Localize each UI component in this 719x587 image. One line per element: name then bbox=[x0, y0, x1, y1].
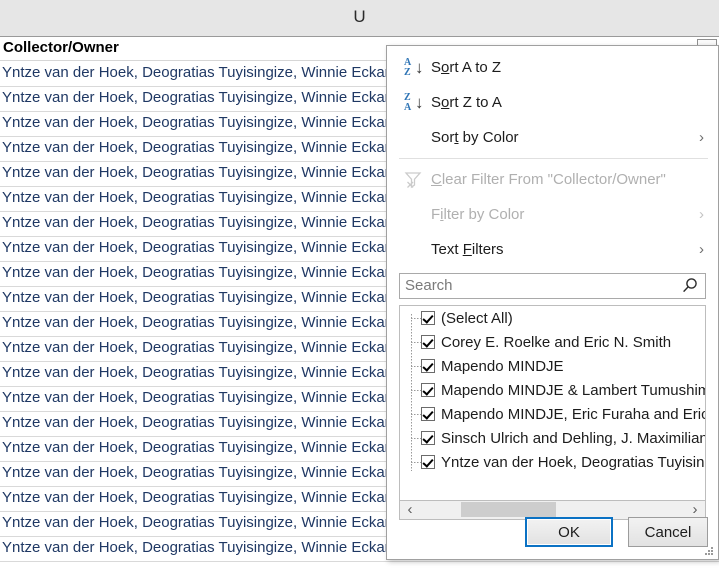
menu-item-label: Sort A to Z bbox=[431, 59, 502, 76]
filter-list-item[interactable]: (Select All) bbox=[400, 306, 705, 330]
filter-list-item[interactable]: Yntze van der Hoek, Deogratias Tuyisingi… bbox=[400, 450, 705, 474]
filter-list-item[interactable]: Mapendo MINDJE bbox=[400, 354, 705, 378]
filter-item-label: Sinsch Ulrich and Dehling, J. Maximilian bbox=[441, 429, 705, 447]
filter-item-label: Mapendo MINDJE & Lambert Tumushimire bbox=[441, 381, 705, 399]
filter-values-list[interactable]: (Select All) Corey E. Roelke and Eric N. … bbox=[399, 305, 706, 501]
filter-list-item[interactable]: Mapendo MINDJE & Lambert Tumushimire bbox=[400, 378, 705, 402]
menu-item-option-4: Filter by Color › bbox=[387, 197, 718, 232]
submenu-chevron-right-icon: › bbox=[699, 128, 704, 146]
filter-item-label: (Select All) bbox=[441, 309, 513, 327]
filter-item-checkbox[interactable] bbox=[421, 407, 435, 421]
menu-item-sort-a-to-z[interactable]: A Z ↓ Sort A to Z bbox=[387, 50, 718, 85]
filter-item-checkbox[interactable] bbox=[421, 383, 435, 397]
menu-separator bbox=[399, 158, 708, 159]
filter-item-label: Corey E. Roelke and Eric N. Smith bbox=[441, 333, 672, 351]
menu-item-clear-filter: Clear Filter From "Collector/Owner" bbox=[387, 162, 718, 197]
search-field[interactable]: Search bbox=[399, 273, 706, 299]
filter-item-label: Yntze van der Hoek, Deogratias Tuyisingi… bbox=[441, 453, 705, 471]
filter-menu-list: A Z ↓ Sort A to Z Z A ↓ Sort Z to A Sort by Colo… bbox=[387, 46, 718, 267]
filter-list-item[interactable]: Corey E. Roelke and Eric N. Smith bbox=[400, 330, 705, 354]
clear-filter-icon bbox=[397, 170, 431, 190]
search-input[interactable]: Search bbox=[405, 277, 453, 294]
page-title: Collector/Owner bbox=[3, 39, 119, 56]
scroll-left-arrow-icon[interactable]: ‹ bbox=[401, 501, 419, 518]
filter-item-checkbox[interactable] bbox=[421, 311, 435, 325]
sort-a-to-z-icon: A Z ↓ bbox=[404, 56, 424, 78]
filter-item-checkbox[interactable] bbox=[421, 359, 435, 373]
submenu-chevron-right-icon: › bbox=[699, 205, 704, 223]
filter-item-label: Mapendo MINDJE, Eric Furaha and Eric Gas… bbox=[441, 405, 705, 423]
autofilter-dropdown-panel[interactable]: A Z ↓ Sort A to Z Z A ↓ Sort Z to A Sort by Colo… bbox=[386, 45, 719, 560]
tree-connector bbox=[411, 414, 421, 415]
search-icon[interactable] bbox=[680, 276, 700, 296]
tree-connector bbox=[411, 462, 421, 463]
tree-connector bbox=[411, 318, 421, 319]
menu-item-label: Sort Z to A bbox=[431, 94, 502, 111]
menu-item-label: Text Filters bbox=[431, 241, 504, 258]
sort-z-to-a-icon: Z A ↓ bbox=[404, 91, 424, 113]
scrollbar-thumb[interactable] bbox=[461, 502, 556, 517]
menu-item-label: Filter by Color bbox=[431, 206, 525, 223]
filter-item-label: Mapendo MINDJE bbox=[441, 357, 564, 375]
menu-item-label: Sort by Color bbox=[431, 129, 519, 146]
cancel-button[interactable]: Cancel bbox=[628, 517, 708, 547]
dialog-button-row: OK Cancel bbox=[387, 517, 718, 547]
resize-grip[interactable] bbox=[705, 547, 714, 556]
tree-connector bbox=[411, 390, 421, 391]
tree-connector bbox=[411, 438, 421, 439]
submenu-chevron-right-icon: › bbox=[699, 240, 704, 258]
ok-button[interactable]: OK bbox=[525, 517, 613, 547]
filter-item-checkbox[interactable] bbox=[421, 455, 435, 469]
menu-item-option-5[interactable]: Text Filters › bbox=[387, 232, 718, 267]
scroll-right-arrow-icon[interactable]: › bbox=[686, 501, 704, 518]
filter-item-checkbox[interactable] bbox=[421, 431, 435, 445]
menu-item-option-2[interactable]: Sort by Color › bbox=[387, 120, 718, 155]
menu-item-sort-z-to-a[interactable]: Z A ↓ Sort Z to A bbox=[387, 85, 718, 120]
filter-item-checkbox[interactable] bbox=[421, 335, 435, 349]
column-letter-u[interactable]: U bbox=[0, 6, 719, 28]
tree-connector bbox=[411, 342, 421, 343]
filter-list-item[interactable]: Sinsch Ulrich and Dehling, J. Maximilian bbox=[400, 426, 705, 450]
column-header-band: U bbox=[0, 0, 719, 37]
filter-list-item[interactable]: Mapendo MINDJE, Eric Furaha and Eric Gas… bbox=[400, 402, 705, 426]
tree-connector bbox=[411, 366, 421, 367]
menu-item-label: Clear Filter From "Collector/Owner" bbox=[431, 171, 666, 188]
